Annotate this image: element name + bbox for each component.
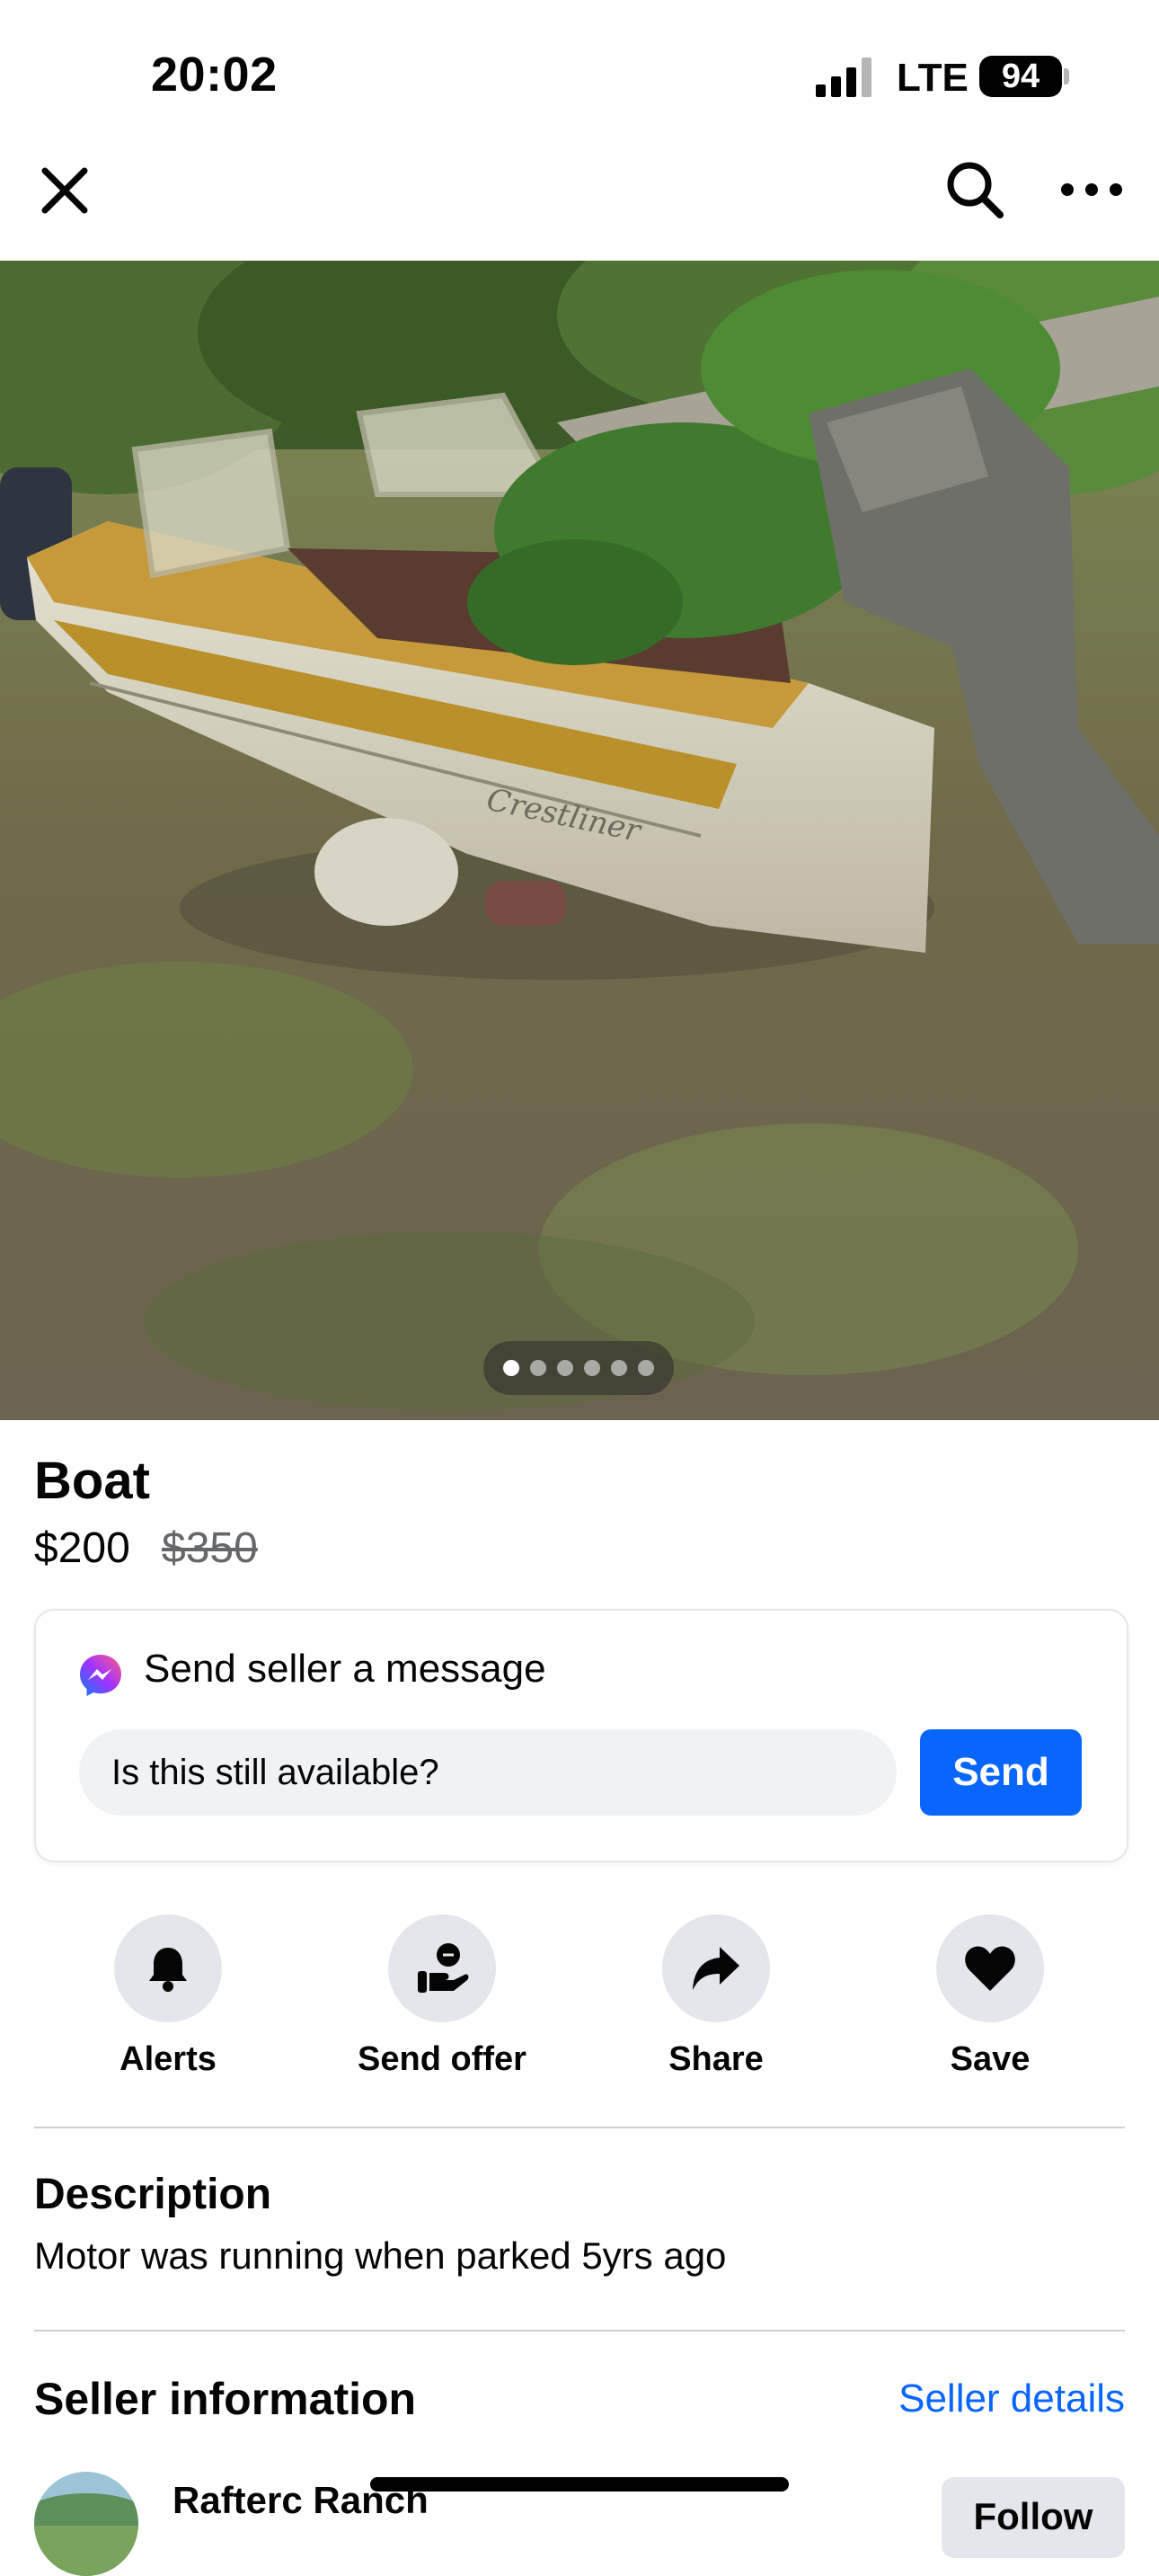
pager-dot-1[interactable] — [503, 1360, 519, 1376]
more-icon[interactable] — [1060, 176, 1123, 203]
share-arrow-icon — [693, 1947, 739, 1990]
close-icon[interactable] — [36, 162, 93, 219]
bell-icon — [149, 1948, 187, 1992]
pager-dot-5[interactable] — [611, 1360, 627, 1376]
divider — [34, 2330, 1125, 2332]
description-heading: Description — [34, 2171, 272, 2218]
seller-details-link[interactable]: Seller details — [898, 2376, 1125, 2421]
network-type: LTE — [897, 56, 969, 100]
pager-dot-4[interactable] — [584, 1360, 600, 1376]
battery-tip — [1064, 68, 1069, 84]
send-offer-circle[interactable] — [388, 1914, 496, 2022]
alerts-label: Alerts — [119, 2040, 217, 2078]
follow-button[interactable]: Follow — [942, 2477, 1125, 2558]
send-offer-label: Send offer — [358, 2040, 526, 2078]
pager-dot-6[interactable] — [638, 1360, 654, 1376]
share-circle[interactable] — [662, 1914, 770, 2022]
search-icon[interactable] — [943, 158, 1006, 221]
avatar-image — [34, 2472, 138, 2576]
message-input[interactable] — [79, 1729, 897, 1816]
seller-avatar[interactable] — [34, 2472, 138, 2576]
listing-price: $200 — [34, 1524, 130, 1572]
send-offer-button[interactable]: Send offer — [325, 1914, 559, 2094]
alerts-circle[interactable] — [114, 1914, 222, 2022]
home-indicator — [370, 2477, 789, 2492]
divider — [34, 2127, 1125, 2128]
share-button[interactable]: Share — [599, 1914, 833, 2094]
boat-photo-illustration: Crestliner — [0, 261, 1159, 1420]
share-label: Share — [668, 2040, 764, 2078]
description-text: Motor was running when parked 5yrs ago — [34, 2234, 727, 2277]
pager-dot-2[interactable] — [530, 1360, 546, 1376]
seller-info-heading: Seller information — [34, 2374, 417, 2424]
pager-dot-3[interactable] — [557, 1360, 573, 1376]
listing-photo[interactable]: Crestliner — [0, 261, 1159, 1420]
photo-pager[interactable] — [483, 1341, 674, 1395]
original-price: $350 — [162, 1524, 258, 1572]
save-label: Save — [950, 2040, 1031, 2078]
save-circle[interactable] — [936, 1914, 1044, 2022]
message-card-title: Send seller a message — [144, 1647, 546, 1691]
save-button[interactable]: Save — [873, 1914, 1107, 2094]
messenger-icon — [80, 1655, 121, 1696]
status-time: 20:02 — [151, 48, 278, 102]
signal-icon — [816, 58, 871, 97]
alerts-button[interactable]: Alerts — [51, 1914, 285, 2094]
listing-title: Boat — [34, 1452, 150, 1510]
send-button[interactable]: Send — [920, 1729, 1082, 1816]
battery-indicator: 94 — [979, 56, 1062, 97]
offer-icon — [418, 1943, 469, 1993]
heart-icon — [965, 1946, 1015, 1991]
